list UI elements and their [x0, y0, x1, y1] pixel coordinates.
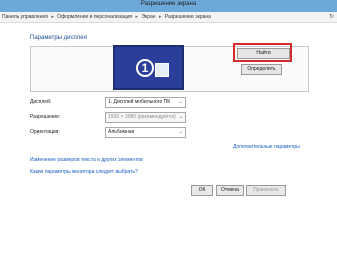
mini-grid-icon: [155, 63, 169, 77]
advanced-settings-link[interactable]: Дополнительные параметры: [233, 144, 300, 150]
chevron-down-icon: ⌄: [178, 99, 183, 105]
text-size-link[interactable]: Изменение размеров текста и других элеме…: [30, 157, 143, 163]
monitor-1-thumbnail[interactable]: 1: [113, 45, 184, 90]
address-bar[interactable]: Панель управления ▸ Оформление и персона…: [0, 12, 337, 23]
display-label: Дисплей:: [30, 99, 52, 105]
monitor-number-badge: 1: [136, 59, 154, 77]
chevron-down-icon: ⌄: [178, 129, 183, 135]
breadcrumb-separator-icon: ▸: [135, 14, 139, 20]
page-title: Параметры дисплея: [30, 35, 87, 41]
apply-button[interactable]: Применить: [246, 185, 286, 196]
breadcrumb-separator-icon: ▸: [158, 14, 162, 20]
breadcrumb-item-display[interactable]: Экран: [141, 14, 155, 20]
window-title: Разрешение экрана: [140, 1, 197, 7]
find-button[interactable]: Найти: [237, 48, 290, 59]
which-settings-link[interactable]: Какие параметры монитора следует выбрать…: [30, 169, 138, 175]
ok-button[interactable]: ОК: [191, 185, 213, 196]
display-select[interactable]: 1. Дисплей мобильного ПК ⌄: [105, 97, 186, 108]
window-titlebar: Разрешение экрана: [0, 0, 337, 12]
orientation-select-value: Альбомная: [108, 129, 135, 135]
display-select-value: 1. Дисплей мобильного ПК: [108, 99, 171, 105]
resolution-select[interactable]: 1920 × 1080 (рекомендуется) ⌄: [105, 112, 186, 123]
breadcrumb-item-appearance[interactable]: Оформление и персонализация: [57, 14, 132, 20]
resolution-label: Разрешение:: [30, 114, 61, 120]
refresh-icon[interactable]: ↻: [329, 12, 334, 22]
resolution-select-value: 1920 × 1080 (рекомендуется): [108, 114, 176, 120]
chevron-down-icon: ⌄: [178, 114, 183, 120]
breadcrumb: Панель управления ▸ Оформление и персона…: [2, 12, 211, 22]
detect-button[interactable]: Определить: [241, 64, 282, 75]
orientation-select[interactable]: Альбомная ⌄: [105, 127, 186, 138]
breadcrumb-separator-icon: ▸: [51, 14, 54, 20]
orientation-label: Ориентация:: [30, 129, 60, 135]
breadcrumb-item-resolution[interactable]: Разрешение экрана: [165, 14, 211, 20]
breadcrumb-item-control-panel[interactable]: Панель управления: [2, 14, 48, 20]
cancel-button[interactable]: Отмена: [216, 185, 244, 196]
